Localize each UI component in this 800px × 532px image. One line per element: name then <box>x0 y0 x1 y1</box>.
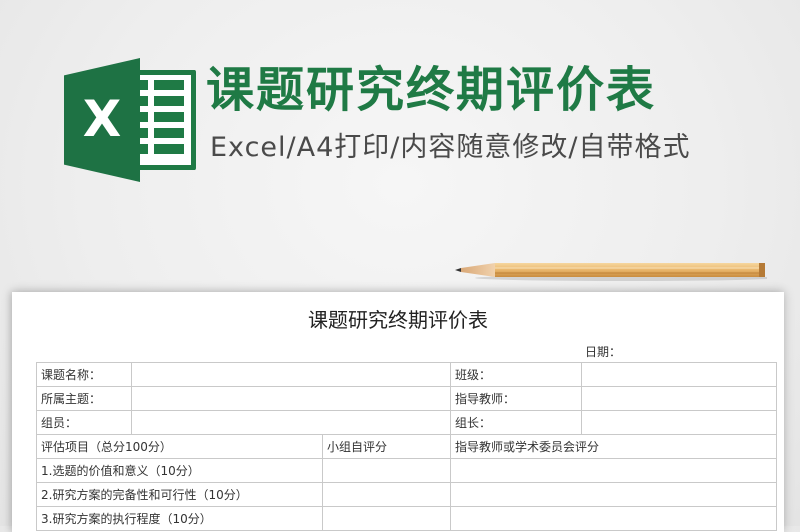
header-self-score: 小组自评分 <box>322 434 451 459</box>
teacher-score-cell[interactable] <box>450 482 777 507</box>
banner-subtitle: Excel/A4打印/内容随意修改/自带格式 <box>210 132 691 163</box>
table-row: 课题名称： 班级： <box>36 362 777 387</box>
teacher-score-cell[interactable] <box>450 458 777 483</box>
excel-logo-icon: X <box>64 58 196 182</box>
logo-letter: X <box>82 90 122 148</box>
teacher-score-cell[interactable] <box>450 506 777 531</box>
info-value-cell[interactable] <box>131 362 451 387</box>
self-score-cell[interactable] <box>322 482 451 507</box>
info-value-cell[interactable] <box>131 410 451 435</box>
table-header-row: 评估项目（总分100分） 小组自评分 指导教师或学术委员会评分 <box>36 434 777 459</box>
self-score-cell[interactable] <box>322 506 451 531</box>
table-row: 1.选题的价值和意义（10分） <box>36 458 777 483</box>
info-value-cell[interactable] <box>581 410 777 435</box>
table-row: 2.研究方案的完备性和可行性（10分） <box>36 482 777 507</box>
self-score-cell[interactable] <box>322 458 451 483</box>
info-value-cell[interactable] <box>581 362 777 387</box>
info-value-cell[interactable] <box>581 386 777 411</box>
info-label: 所属主题： <box>36 386 132 411</box>
eval-item: 3.研究方案的执行程度（10分） <box>36 506 323 531</box>
table-row: 所属主题： 指导教师： <box>36 386 777 411</box>
table-row: 组员： 组长： <box>36 410 777 435</box>
table-row: 3.研究方案的执行程度（10分） <box>36 506 777 531</box>
eval-item: 2.研究方案的完备性和可行性（10分） <box>36 482 323 507</box>
info-label: 组员： <box>36 410 132 435</box>
header-eval-item: 评估项目（总分100分） <box>36 434 323 459</box>
info-label: 指导教师： <box>450 386 582 411</box>
info-label: 组长： <box>450 410 582 435</box>
banner-title: 课题研究终期评价表 <box>206 62 657 118</box>
document-paper: 课题研究终期评价表 日期： 课题名称： 班级： 所属主题： 指导教师： 组员： … <box>12 292 784 532</box>
document-title: 课题研究终期评价表 <box>308 308 488 332</box>
evaluation-table: 课题名称： 班级： 所属主题： 指导教师： 组员： 组长： 评估项目（总分100… <box>36 362 777 531</box>
info-label: 课题名称： <box>36 362 132 387</box>
date-label: 日期： <box>585 345 622 359</box>
info-label: 班级： <box>450 362 582 387</box>
header-teacher-score: 指导教师或学术委员会评分 <box>450 434 777 459</box>
eval-item: 1.选题的价值和意义（10分） <box>36 458 323 483</box>
pencil-icon <box>455 263 767 281</box>
info-value-cell[interactable] <box>131 386 451 411</box>
